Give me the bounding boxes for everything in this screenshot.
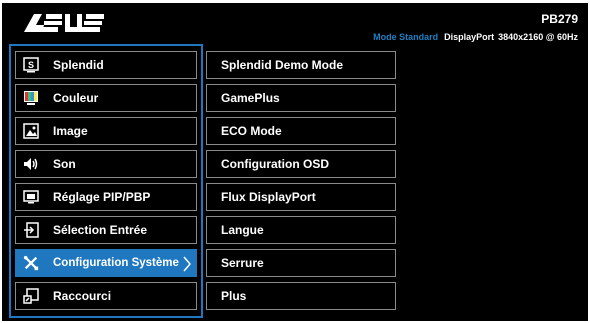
menu-item-label: Configuration Système <box>53 257 179 269</box>
menu-item-system-setup[interactable]: Configuration Système <box>15 249 197 277</box>
submenu-item-language[interactable]: Langue <box>206 216 396 244</box>
menu-item-label: Sélection Entrée <box>53 223 148 237</box>
menu-item-splendid[interactable]: S Splendid <box>15 51 197 79</box>
submenu-item-gameplus[interactable]: GamePlus <box>206 84 396 112</box>
menu-item-label: Son <box>53 157 76 171</box>
menu-item-label: Couleur <box>53 91 99 105</box>
main-menu: S Splendid Couleur Image Son Réglage PIP… <box>9 44 203 318</box>
wrench-screwdriver-icon <box>23 255 39 271</box>
submenu-item-more[interactable]: Plus <box>206 282 396 310</box>
resolution-status: 3840x2160 @ 60Hz <box>498 32 578 42</box>
submenu-item-eco-mode[interactable]: ECO Mode <box>206 117 396 145</box>
menu-item-label: Image <box>53 124 88 138</box>
menu-item-label: Splendid <box>53 58 104 72</box>
menu-item-input-selection[interactable]: Sélection Entrée <box>15 216 197 244</box>
submenu-item-osd-setup[interactable]: Configuration OSD <box>206 150 396 178</box>
shortcut-icon <box>23 288 39 304</box>
submenu-item-key-lock[interactable]: Serrure <box>206 249 396 277</box>
asus-logo <box>24 14 104 32</box>
status-bar: Mode Standard DisplayPort 3840x2160 @ 60Hz <box>373 32 578 42</box>
submenu-item-displayport-stream[interactable]: Flux DisplayPort <box>206 183 396 211</box>
menu-item-son[interactable]: Son <box>15 150 197 178</box>
menu-item-shortcut[interactable]: Raccourci <box>15 282 197 310</box>
splendid-icon: S <box>23 57 39 73</box>
model-name: PB279 <box>541 12 578 26</box>
menu-item-image[interactable]: Image <box>15 117 197 145</box>
speaker-icon <box>23 156 39 172</box>
color-icon <box>23 90 39 106</box>
svg-text:S: S <box>28 60 34 70</box>
input-icon <box>23 222 39 238</box>
sub-menu: Splendid Demo Mode GamePlus ECO Mode Con… <box>206 46 396 316</box>
input-status: DisplayPort <box>444 32 495 42</box>
mode-status: Mode Standard <box>373 32 439 42</box>
pip-icon <box>23 189 39 205</box>
menu-item-couleur[interactable]: Couleur <box>15 84 197 112</box>
menu-item-pip-pbp[interactable]: Réglage PIP/PBP <box>15 183 197 211</box>
submenu-item-splendid-demo-mode[interactable]: Splendid Demo Mode <box>206 51 396 79</box>
menu-item-label: Raccourci <box>53 289 112 303</box>
menu-item-label: Réglage PIP/PBP <box>53 190 151 204</box>
osd-window: PB279 Mode Standard DisplayPort 3840x2160 … <box>2 3 588 321</box>
image-icon <box>23 123 39 139</box>
chevron-right-icon <box>182 255 192 276</box>
